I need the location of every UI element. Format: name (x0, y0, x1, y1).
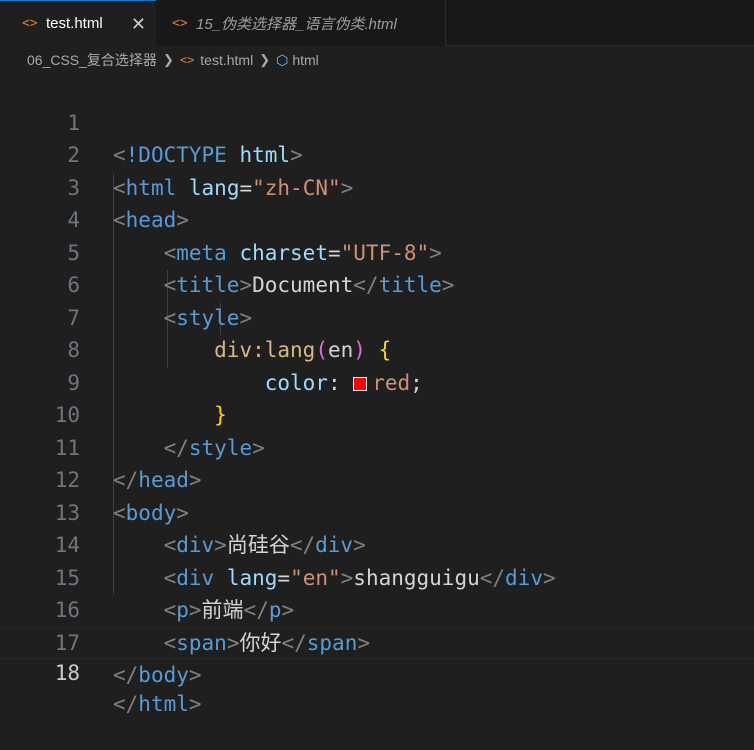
code-line: 12 <body> (0, 432, 754, 525)
code-line: 7 div:lang(en) { (0, 269, 754, 363)
code-line: 10 </style> (0, 367, 754, 460)
breadcrumb: 06_CSS_复合选择器 ❯ <> test.html ❯ ⬡ html (0, 46, 754, 74)
code-line: 14 <div lang="en">shangguigu</div> (0, 497, 754, 590)
line-number: 18 (54, 661, 80, 685)
code-line: 6 <style> (0, 237, 754, 330)
tab-label: 15_伪类选择器_语言伪类.html (196, 15, 397, 33)
code-line: 13 <div>尚硅谷</div> (0, 464, 754, 558)
close-icon[interactable]: ✕ (131, 15, 146, 33)
code-editor[interactable]: 1 <!DOCTYPE html> 2 <html lang="zh-CN"> … (0, 74, 754, 716)
code-line: 17 </body> (0, 594, 754, 688)
html-file-icon: <> (179, 53, 195, 67)
chevron-right-icon: ❯ (162, 52, 174, 67)
breadcrumb-symbol[interactable]: html (292, 52, 318, 68)
code-line: 4 <meta charset="UTF-8"> (0, 172, 754, 265)
tab-test-html[interactable]: <> test.html ✕ (0, 0, 156, 46)
code-line: 8 color: red; (0, 302, 754, 395)
code-line-current: 18 </html> (0, 626, 754, 716)
code-line: 5 <title>Document</title> (0, 204, 754, 298)
chevron-right-icon: ❯ (259, 52, 271, 67)
tab-label: test.html (46, 15, 103, 32)
cube-symbol-icon: ⬡ (276, 51, 289, 68)
html-file-icon: <> (22, 16, 38, 31)
breadcrumb-folder[interactable]: 06_CSS_复合选择器 (27, 50, 157, 70)
tab-bar: <> test.html ✕ <> 15_伪类选择器_语言伪类.html (0, 0, 754, 46)
code-line: 1 <!DOCTYPE html> (0, 74, 754, 168)
code-line: 11 </head> (0, 399, 754, 493)
code-line: 3 <head> (0, 139, 754, 233)
breadcrumb-file[interactable]: test.html (200, 52, 253, 68)
code-line: 9 } (0, 334, 754, 428)
code-line: 2 <html lang="zh-CN"> (0, 107, 754, 200)
html-file-icon: <> (172, 15, 188, 31)
code-line: 16 <span>你好</span> (0, 562, 754, 655)
tab-language-pseudo-class[interactable]: <> 15_伪类选择器_语言伪类.html (156, 0, 446, 46)
code-line: 15 <p>前端</p> (0, 529, 754, 623)
